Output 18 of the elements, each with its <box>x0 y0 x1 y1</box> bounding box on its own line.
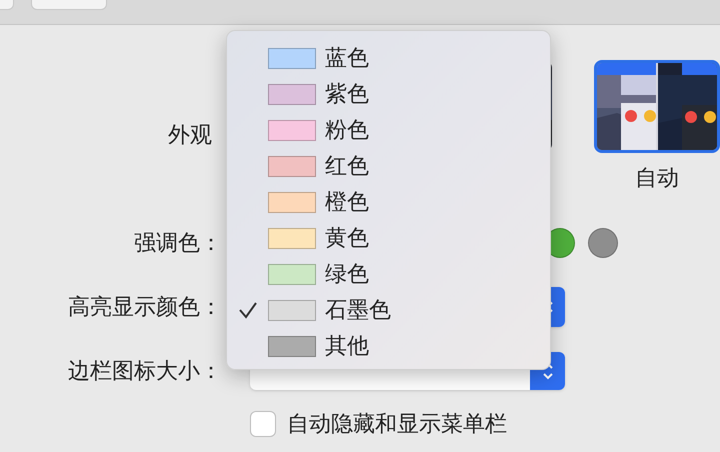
menu-item[interactable]: 橙色 <box>227 184 550 220</box>
menu-item[interactable]: 其他 <box>227 328 550 364</box>
menu-item[interactable]: 绿色 <box>227 256 550 292</box>
menu-item[interactable]: 粉色 <box>227 112 550 148</box>
field-label: 外观 <box>167 121 213 149</box>
field-label: 强调色： <box>133 229 222 257</box>
menu-item[interactable]: 石墨色 <box>227 292 550 328</box>
field-label: 高亮显示颜色： <box>67 293 222 321</box>
checkbox-label: 自动隐藏和显示菜单栏 <box>287 410 507 438</box>
checkbox[interactable] <box>250 411 276 437</box>
checkmark-icon <box>238 301 258 319</box>
field-label: 边栏图标大小： <box>67 357 222 385</box>
menu-item[interactable]: 黄色 <box>227 220 550 256</box>
color-swatch[interactable] <box>588 228 618 258</box>
option-label: 自动 <box>635 164 679 192</box>
menu-item[interactable]: 红色 <box>227 148 550 184</box>
menu-item[interactable]: 蓝色 <box>227 40 550 76</box>
menu-item[interactable]: 紫色 <box>227 76 550 112</box>
